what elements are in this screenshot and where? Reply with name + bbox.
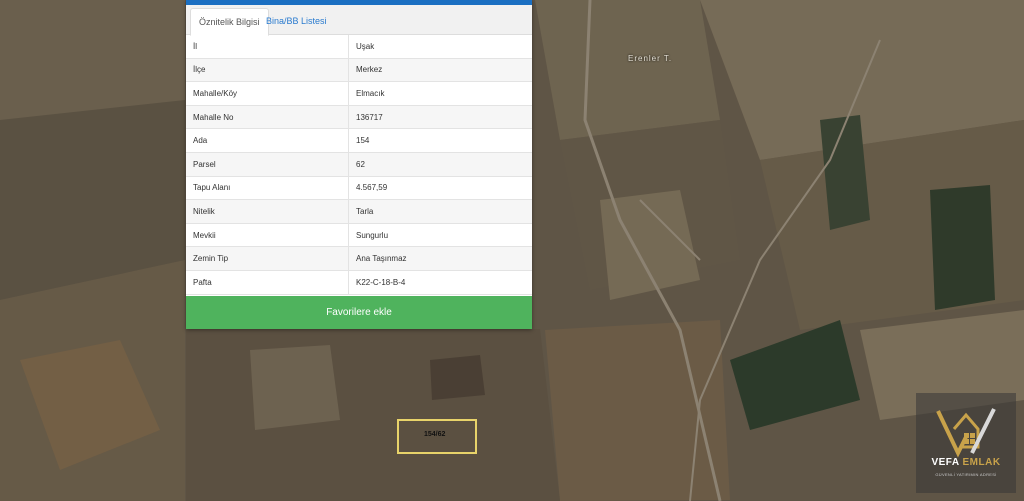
logo-name-part1: VEFA bbox=[931, 457, 960, 468]
attribute-key: Parsel bbox=[186, 152, 349, 177]
logo-name: VEFA EMLAK bbox=[916, 457, 1016, 468]
attribute-panel: Öznitelik Bilgisi Bina/BB Listesi İl Uşak… bbox=[186, 0, 532, 329]
logo-name-part2: EMLAK bbox=[962, 457, 1001, 468]
attribute-value: 4.567,59 bbox=[348, 176, 532, 201]
attribute-key: Mahalle/Köy bbox=[186, 81, 349, 106]
table-row: Zemin Tip Ana Taşınmaz bbox=[186, 246, 532, 271]
table-row: Pafta K22-C-18-B-4 bbox=[186, 270, 532, 295]
logo-tagline: GÜVENLİ YATIRIMIN ADRESİ bbox=[935, 472, 997, 477]
attribute-value: Elmacık bbox=[348, 81, 532, 106]
attribute-key: Tapu Alanı bbox=[186, 176, 349, 201]
vefa-emlak-logo: VEFA EMLAK GÜVENLİ YATIRIMIN ADRESİ bbox=[916, 393, 1016, 493]
attribute-value: Tarla bbox=[348, 199, 532, 224]
tab-attribute-info[interactable]: Öznitelik Bilgisi bbox=[190, 8, 269, 36]
table-row: Mahalle/Köy Elmacık bbox=[186, 81, 532, 106]
tab-building-list[interactable]: Bina/BB Listesi bbox=[258, 8, 335, 34]
table-row: Parsel 62 bbox=[186, 152, 532, 177]
attribute-value: 136717 bbox=[348, 105, 532, 130]
attribute-value: Uşak bbox=[348, 35, 532, 59]
attribute-key: Mahalle No bbox=[186, 105, 349, 130]
add-favorite-button[interactable]: Favorilere ekle bbox=[186, 296, 532, 329]
table-row: Ada 154 bbox=[186, 128, 532, 153]
table-row: Mevkii Sungurlu bbox=[186, 223, 532, 248]
road-label: Erenler T. bbox=[628, 54, 673, 63]
panel-tabs: Öznitelik Bilgisi Bina/BB Listesi bbox=[186, 5, 532, 36]
table-row: Tapu Alanı 4.567,59 bbox=[186, 176, 532, 201]
attribute-key: Zemin Tip bbox=[186, 246, 349, 271]
table-row: İlçe Merkez bbox=[186, 58, 532, 83]
house-logo-icon bbox=[936, 408, 996, 458]
attribute-key: İlçe bbox=[186, 58, 349, 83]
attribute-value: 62 bbox=[348, 152, 532, 177]
attribute-key: İl bbox=[186, 35, 349, 59]
table-row: Nitelik Tarla bbox=[186, 199, 532, 224]
table-row: Mahalle No 136717 bbox=[186, 105, 532, 130]
attribute-value: Sungurlu bbox=[348, 223, 532, 248]
attribute-value: K22-C-18-B-4 bbox=[348, 270, 532, 295]
attribute-key: Nitelik bbox=[186, 199, 349, 224]
parcel-label: 154/62 bbox=[424, 431, 446, 438]
attribute-value: Ana Taşınmaz bbox=[348, 246, 532, 271]
attribute-table: İl Uşak İlçe Merkez Mahalle/Köy Elmacık Mah… bbox=[186, 35, 532, 295]
attribute-value: Merkez bbox=[348, 58, 532, 83]
attribute-key: Ada bbox=[186, 128, 349, 153]
table-row: İl Uşak bbox=[186, 35, 532, 59]
attribute-key: Mevkii bbox=[186, 223, 349, 248]
attribute-value: 154 bbox=[348, 128, 532, 153]
attribute-key: Pafta bbox=[186, 270, 349, 295]
